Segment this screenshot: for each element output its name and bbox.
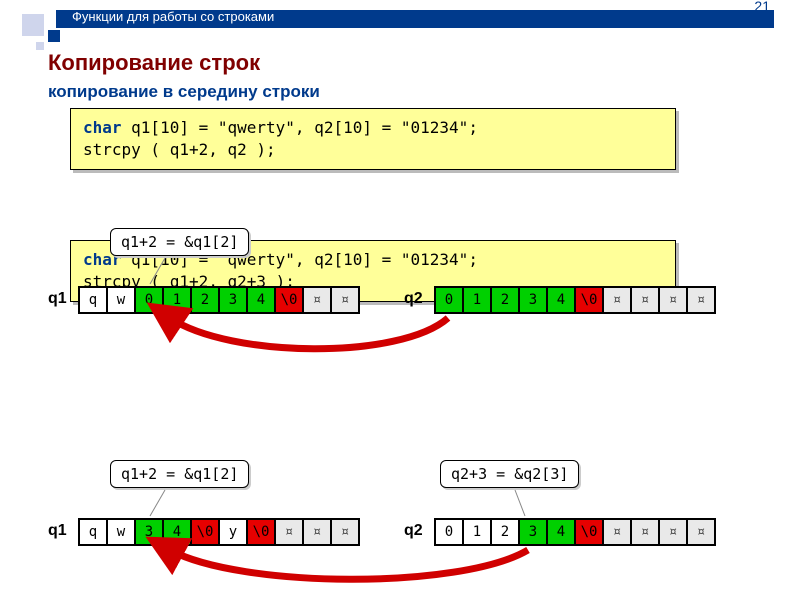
decor-square-icon bbox=[36, 42, 44, 50]
slide-header: 21 Функции для работы со строками bbox=[0, 0, 800, 34]
array-label-q1: q1 bbox=[48, 290, 67, 308]
code-block-1: char q1[10] = "qwerty", q2[10] = "01234"… bbox=[70, 108, 676, 170]
array-q1-ex2: qw 34 \0y \0¤ ¤¤ bbox=[78, 518, 360, 546]
decor-square-icon bbox=[48, 30, 60, 42]
slide-chapter: Функции для работы со строками bbox=[72, 9, 274, 24]
array-q2-ex2: 01 23 4\0 ¤¤ ¤¤ bbox=[434, 518, 716, 546]
callout-q1plus2: q1+2 = &q1[2] bbox=[110, 228, 249, 256]
array-q2-ex1: 01 23 4\0 ¤¤ ¤¤ bbox=[434, 286, 716, 314]
array-q1-ex1: qw 01 23 4\0 ¤¤ bbox=[78, 286, 360, 314]
callout-q1plus2-b: q1+2 = &q1[2] bbox=[110, 460, 249, 488]
subheading: копирование в середину строки bbox=[48, 82, 800, 102]
heading: Копирование строк bbox=[48, 50, 800, 76]
array-label-q2: q2 bbox=[404, 522, 423, 540]
array-label-q2: q2 bbox=[404, 290, 423, 308]
decor-square-icon bbox=[22, 14, 44, 36]
callout-q2plus3: q2+3 = &q2[3] bbox=[440, 460, 579, 488]
array-label-q1: q1 bbox=[48, 522, 67, 540]
